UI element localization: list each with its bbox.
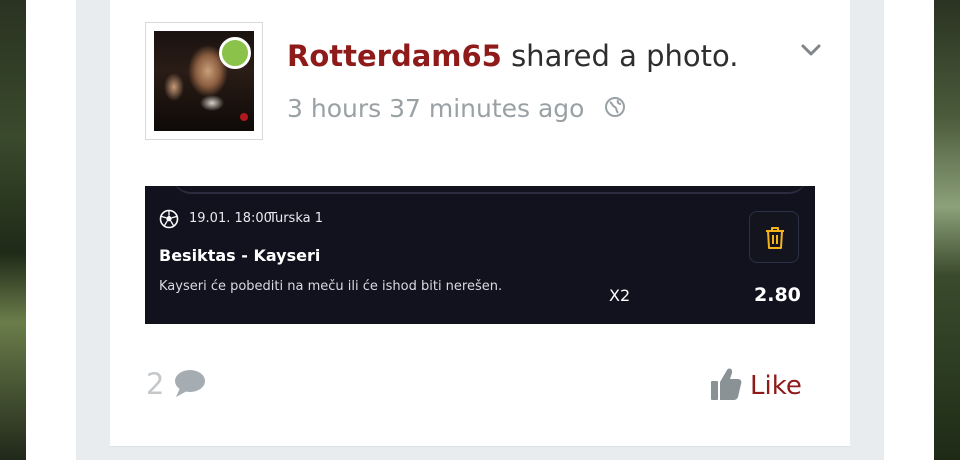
soccer-ball-icon: [159, 209, 179, 229]
background-left-edge: [0, 0, 26, 460]
match-teams: Besiktas - Kayseri: [159, 246, 321, 265]
like-button[interactable]: Like: [710, 366, 810, 406]
online-status-indicator: [219, 37, 251, 69]
bet-odds: 2.80: [754, 284, 801, 306]
shared-bet-ticket-image[interactable]: 19.01. 18:00 Turska 1 Besiktas - Kayseri…: [145, 186, 815, 324]
trash-icon: [766, 227, 784, 249]
chevron-down-icon[interactable]: [800, 42, 822, 58]
post-timestamp-row: 3 hours 37 minutes ago: [287, 92, 626, 127]
globe-icon: [604, 93, 626, 127]
match-league: Turska 1: [269, 211, 323, 226]
background-right-edge: [934, 0, 960, 460]
comment-count[interactable]: 2: [146, 366, 164, 402]
feed-post-card: Rotterdam65 shared a photo. 3 hours 37 m…: [110, 0, 850, 447]
avatar-rose-detail: [240, 113, 248, 121]
match-datetime: 19.01. 18:00: [189, 211, 272, 226]
ticket-top-border: [173, 186, 807, 194]
comment-bubble-icon[interactable]: [172, 369, 206, 399]
bet-pick: X2: [609, 286, 631, 305]
avatar[interactable]: [145, 22, 263, 140]
like-label: Like: [750, 371, 802, 401]
post-timestamp[interactable]: 3 hours 37 minutes ago: [287, 94, 584, 123]
remove-selection-button[interactable]: [749, 211, 799, 263]
author-link[interactable]: Rotterdam65: [287, 39, 502, 73]
thumbs-up-icon: [710, 366, 742, 402]
bet-description: Kayseri će pobediti na meču ili će ishod…: [159, 279, 503, 294]
post-header: Rotterdam65 shared a photo.: [287, 38, 738, 74]
post-action-text: shared a photo.: [511, 39, 739, 73]
